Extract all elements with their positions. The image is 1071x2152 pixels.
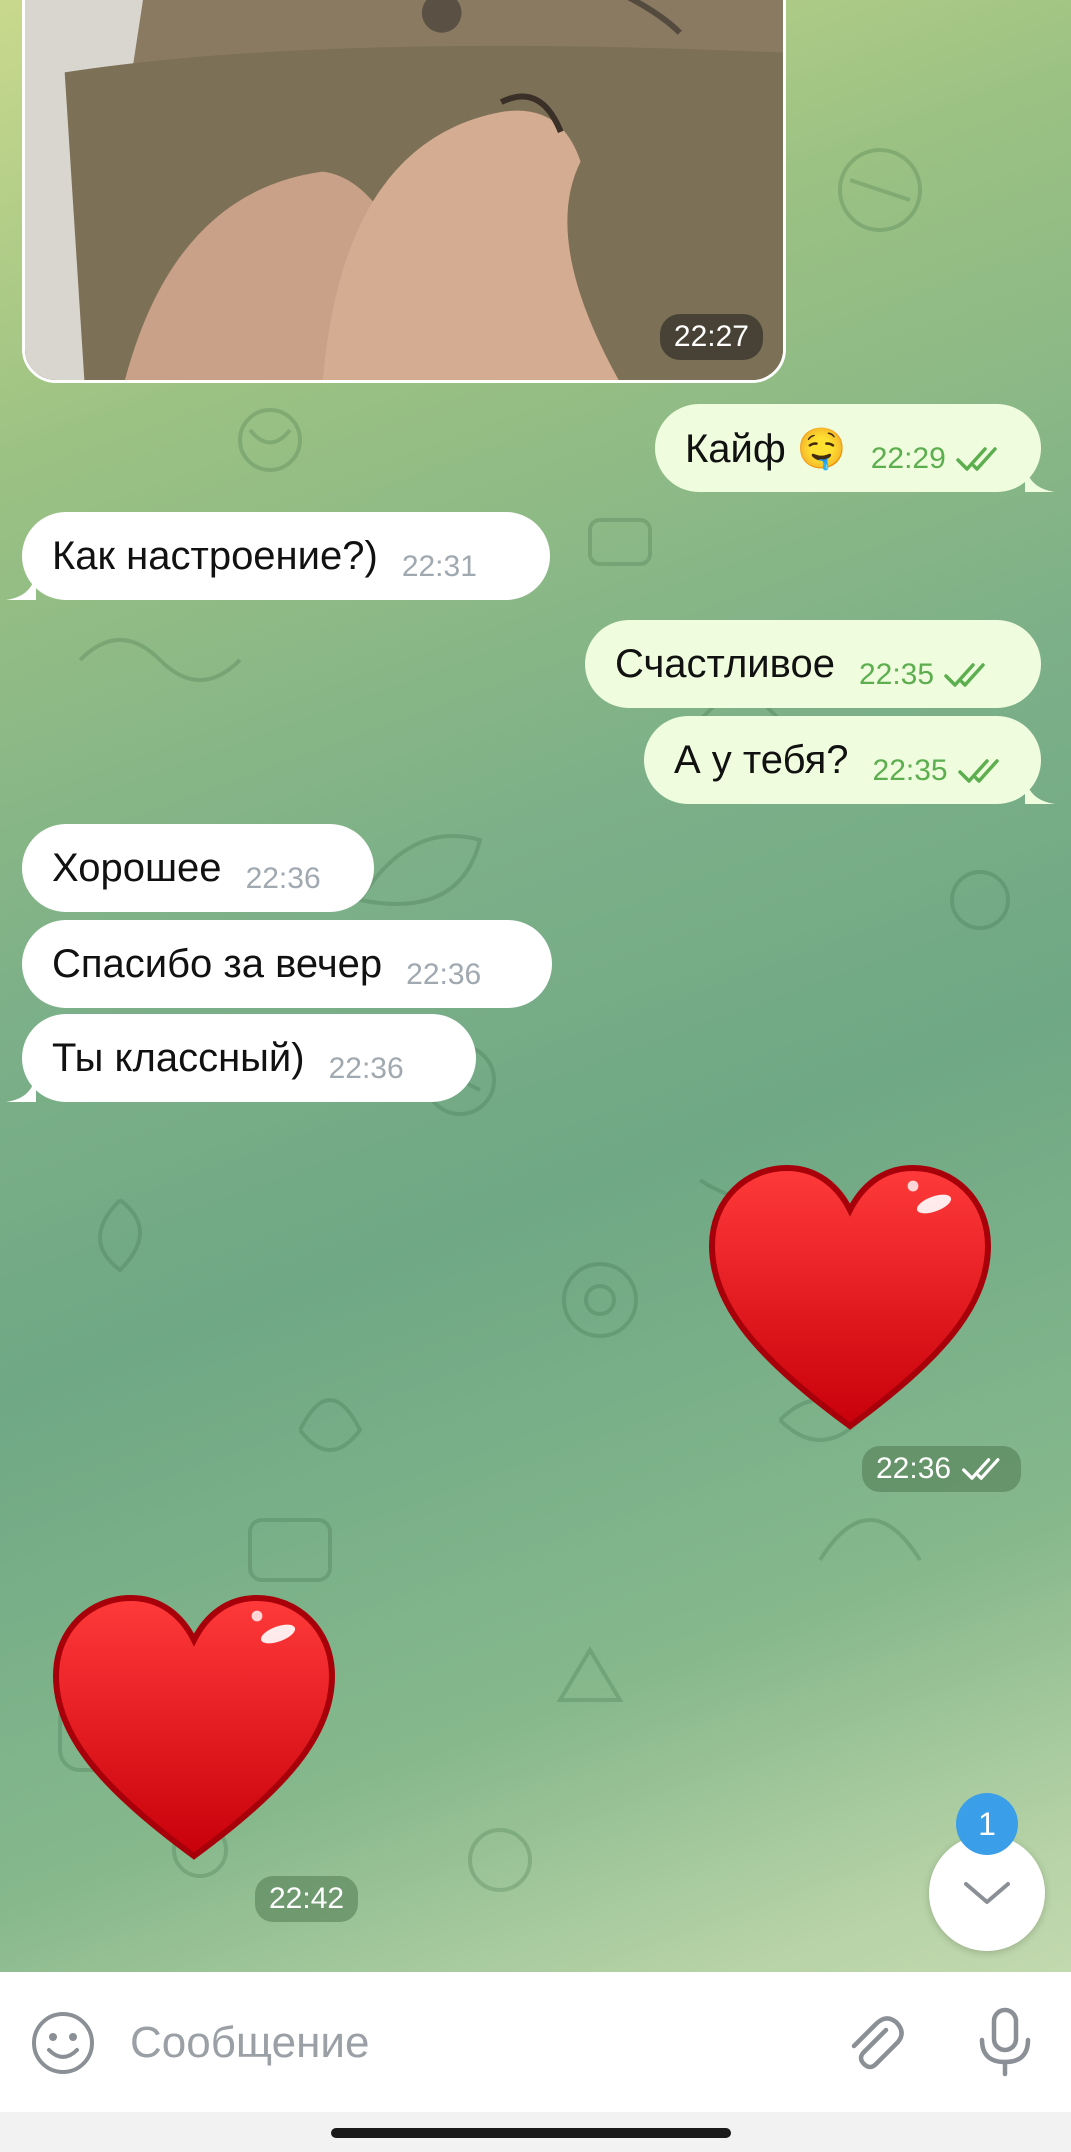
message-incoming[interactable]: Как настроение?) 22:31 [22, 512, 550, 600]
microphone-icon[interactable] [972, 2006, 1038, 2078]
sticker-time: 22:36 [862, 1446, 1022, 1492]
message-incoming[interactable]: Спасибо за вечер 22:36 [22, 920, 552, 1008]
sticker-time-text: 22:36 [876, 1452, 952, 1485]
message-text: Ты классный) [52, 1035, 305, 1080]
sticker-time-text: 22:42 [269, 1882, 345, 1915]
message-time: 22:35 [858, 658, 935, 691]
bubble-tail [6, 570, 36, 600]
message-composer [0, 1972, 1071, 2112]
double-check-icon [944, 662, 992, 688]
bubble-tail [6, 1072, 36, 1102]
message-text: Спасибо за вечер [52, 941, 383, 986]
message-time: 22:36 [328, 1052, 404, 1085]
double-check-icon [956, 446, 1004, 472]
message-input[interactable] [128, 2002, 812, 2084]
heart-sticker[interactable] [44, 1580, 344, 1880]
message-time: 22:29 [870, 442, 946, 475]
message-text: А у тебя? [674, 737, 849, 782]
message-time: 22:35 [872, 754, 948, 787]
smiley-icon[interactable] [30, 2010, 96, 2076]
message-time: 22:36 [245, 862, 321, 895]
message-incoming[interactable]: Хорошее 22:36 [22, 824, 374, 912]
home-indicator[interactable] [331, 2128, 731, 2138]
paperclip-icon[interactable] [840, 2008, 910, 2078]
chat-area[interactable]: 22:27 Кайф 🤤 22:29 Как настроение?) 22:3… [0, 0, 1071, 1972]
double-check-icon [957, 758, 1006, 784]
message-outgoing[interactable]: Счастливое 22:35 [585, 620, 1041, 708]
double-check-icon [961, 1457, 1007, 1481]
message-text: Как настроение?) [52, 533, 378, 578]
message-text: Счастливое [615, 641, 835, 686]
unread-badge: 1 [956, 1793, 1018, 1855]
sticker-time: 22:42 [255, 1876, 359, 1922]
heart-sticker[interactable] [700, 1150, 1000, 1450]
message-text: Хорошее [52, 845, 222, 890]
bubble-tail [1025, 774, 1055, 804]
bubble-tail [1025, 462, 1055, 492]
photo-message[interactable]: 22:27 [22, 0, 786, 383]
message-time: 22:36 [406, 958, 482, 991]
message-time: 22:31 [401, 550, 477, 583]
photo-time: 22:27 [659, 314, 763, 360]
message-incoming[interactable]: Ты классный) 22:36 [22, 1014, 476, 1102]
message-text: Кайф 🤤 [685, 426, 847, 471]
message-outgoing[interactable]: Кайф 🤤 22:29 [655, 404, 1041, 492]
chevron-down-icon [964, 1882, 1010, 1904]
message-outgoing[interactable]: А у тебя? 22:35 [644, 716, 1041, 804]
